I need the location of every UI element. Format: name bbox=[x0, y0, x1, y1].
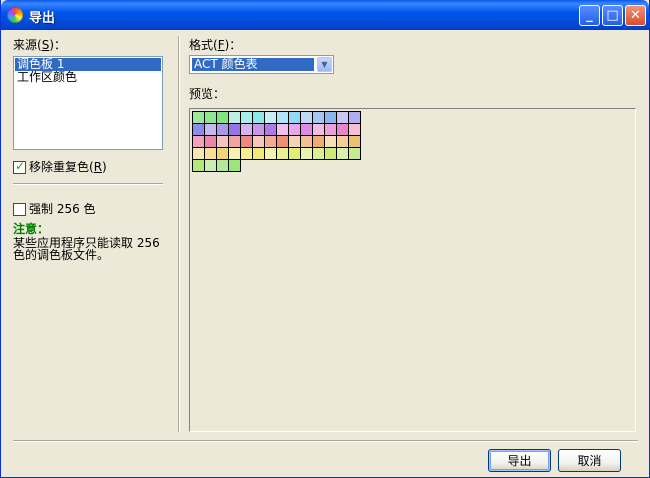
cancel-button[interactable]: 取消 bbox=[558, 449, 621, 472]
format-label-accesskey: F bbox=[217, 38, 225, 52]
preview-label: 预览： bbox=[189, 87, 226, 101]
minimize-button[interactable]: _ bbox=[579, 5, 600, 26]
column-divider bbox=[178, 36, 180, 432]
format-label-suffix: )： bbox=[224, 38, 242, 52]
remove-duplicates-label-suffix: ) bbox=[102, 160, 107, 174]
note-title: 注意： bbox=[13, 222, 50, 236]
source-label-prefix: 来源( bbox=[13, 38, 42, 52]
source-label-suffix: )： bbox=[49, 38, 66, 52]
title-bar[interactable]: 导出 _ □ ✕ bbox=[1, 0, 649, 30]
export-button[interactable]: 导出 bbox=[488, 449, 551, 472]
source-item-workspace-colors[interactable]: 工作区颜色 bbox=[15, 71, 161, 84]
note-line-2: 色的调色板文件。 bbox=[13, 248, 110, 262]
source-label: 来源(S)： bbox=[13, 38, 66, 52]
format-label-prefix: 格式( bbox=[189, 38, 218, 52]
export-dialog: 导出 _ □ ✕ 来源(S)： 调色板 1 工作区颜色 ✓ 移除重复色(R) 强… bbox=[0, 0, 650, 478]
format-dropdown[interactable]: ACT 颜色表 ▼ bbox=[189, 55, 334, 74]
checkmark-icon: ✓ bbox=[15, 159, 26, 173]
bottom-divider bbox=[13, 440, 638, 442]
format-label: 格式(F)： bbox=[189, 38, 241, 52]
preview-panel bbox=[189, 108, 636, 432]
source-listbox[interactable]: 调色板 1 工作区颜色 bbox=[13, 56, 163, 150]
remove-duplicates-checkbox[interactable]: ✓ bbox=[13, 159, 26, 174]
remove-duplicates-label-prefix: 移除重复色( bbox=[29, 160, 94, 174]
left-divider bbox=[13, 183, 163, 185]
close-button[interactable]: ✕ bbox=[625, 5, 646, 26]
force-256-label[interactable]: 强制 256 色 bbox=[29, 202, 96, 216]
color-wheel-icon bbox=[7, 7, 23, 23]
force-256-checkbox[interactable] bbox=[13, 203, 26, 216]
maximize-button[interactable]: □ bbox=[602, 5, 623, 26]
chevron-down-icon[interactable]: ▼ bbox=[317, 57, 332, 72]
remove-duplicates-accesskey: R bbox=[93, 160, 103, 174]
color-swatch bbox=[348, 147, 361, 160]
remove-duplicates-label[interactable]: 移除重复色(R) bbox=[29, 160, 107, 174]
window-title: 导出 bbox=[29, 11, 56, 26]
color-swatch bbox=[228, 159, 241, 172]
format-dropdown-value: ACT 颜色表 bbox=[192, 58, 314, 71]
